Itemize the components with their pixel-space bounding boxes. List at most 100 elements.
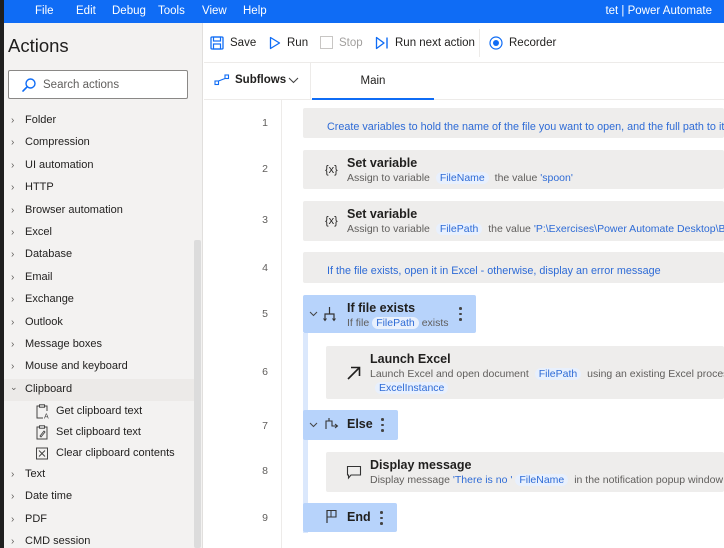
subflows-label: Subflows	[235, 74, 287, 86]
chevron-right-icon: ›	[11, 513, 15, 525]
menu-tools[interactable]: Tools	[158, 5, 185, 17]
action-set-clipboard-text[interactable]: Set clipboard text	[4, 422, 194, 443]
end-flag-icon	[326, 509, 337, 523]
action-get-clipboard-text[interactable]: A Get clipboard text	[4, 401, 194, 422]
tree-item-message-boxes[interactable]: › Message boxes	[4, 334, 194, 356]
menu-view[interactable]: View	[202, 5, 227, 17]
actions-pane: Actions › Folder › Compression › UI automat…	[4, 23, 203, 548]
chevron-right-icon: ›	[11, 338, 15, 350]
tree-item-cmd-session[interactable]: › CMD session	[4, 531, 194, 548]
tree-item-mouse-and-keyboard[interactable]: › Mouse and keyboard	[4, 356, 194, 378]
launch-arrow-icon	[347, 366, 361, 380]
desc-text: the value	[488, 223, 531, 235]
desc-text: using an existing Excel process	[587, 368, 724, 380]
chevron-right-icon: ›	[11, 249, 15, 261]
variable-token: ExcelInstance	[375, 382, 449, 394]
actions-tree: › Folder › Compression › UI automation › HTT…	[4, 110, 194, 548]
desc-text: Assign to variable	[347, 172, 430, 184]
save-button[interactable]: Save	[210, 36, 256, 50]
tree-item-excel[interactable]: › Excel	[4, 222, 194, 244]
collapse-chevron-icon[interactable]	[309, 310, 318, 318]
action-clear-clipboard-contents[interactable]: Clear clipboard contents	[4, 443, 194, 464]
run-button[interactable]: Run	[269, 36, 308, 50]
variable-token: FilePath	[534, 368, 582, 380]
flow-step-comment[interactable]: If the file exists, open it in Excel - o…	[303, 252, 724, 283]
variable-icon: {x}	[325, 164, 338, 176]
chevron-right-icon: ›	[11, 316, 15, 328]
run-next-action-button[interactable]: Run next action	[375, 36, 475, 50]
tree-item-ui-automation[interactable]: › UI automation	[4, 155, 194, 177]
flow-step-else[interactable]: Else	[303, 410, 398, 440]
step-description: If file FilePath exists	[347, 317, 449, 329]
search-actions-input[interactable]	[43, 76, 183, 94]
recorder-button[interactable]: Recorder	[489, 36, 556, 50]
flow-step-if-file-exists[interactable]: If file exists If file FilePath exists	[303, 295, 476, 333]
action-label: Set clipboard text	[56, 426, 141, 439]
tree-item-label: Database	[25, 248, 73, 261]
flow-step-end[interactable]: End	[303, 503, 397, 532]
menu-edit[interactable]: Edit	[76, 5, 96, 17]
tree-item-label: Excel	[25, 225, 52, 238]
more-options-icon[interactable]	[381, 418, 384, 435]
flow-step-launch-excel[interactable]: Launch Excel Launch Excel and open docum…	[326, 346, 724, 399]
save-icon	[210, 36, 224, 50]
menu-debug[interactable]: Debug	[112, 5, 146, 17]
tab-main[interactable]: Main	[312, 63, 434, 100]
tree-item-clipboard[interactable]: ⌄ Clipboard	[4, 378, 194, 402]
tree-item-email[interactable]: › Email	[4, 267, 194, 289]
tree-item-label: CMD session	[25, 535, 91, 548]
tree-item-label: Text	[25, 468, 46, 481]
flow-canvas: 1 2 3 4 5 6 7 8 9 Create variables to ho…	[204, 100, 724, 548]
action-label: Clear clipboard contents	[56, 447, 175, 460]
flow-step-display-message[interactable]: Display message Display message 'There i…	[326, 452, 724, 492]
record-icon	[489, 36, 503, 50]
more-options-icon[interactable]	[459, 307, 462, 324]
tree-item-label: Mouse and keyboard	[25, 360, 128, 373]
tree-item-database[interactable]: › Database	[4, 244, 194, 266]
recorder-label: Recorder	[509, 37, 557, 49]
tree-item-exchange[interactable]: › Exchange	[4, 289, 194, 311]
tab-main-label: Main	[360, 75, 386, 87]
step-title: Launch Excel	[370, 352, 451, 366]
menu-file[interactable]: File	[35, 5, 54, 17]
variable-token: FilePath	[435, 223, 483, 235]
tree-item-http[interactable]: › HTTP	[4, 177, 194, 199]
collapse-chevron-icon[interactable]	[309, 421, 318, 429]
stop-icon	[320, 36, 333, 49]
line-number: 9	[262, 512, 268, 524]
save-label: Save	[230, 37, 257, 49]
message-bubble-icon	[346, 465, 362, 480]
else-branch-icon	[325, 418, 339, 429]
line-number: 5	[262, 308, 268, 320]
flow-step-set-variable[interactable]: {x} Set variable Assign to variable File…	[303, 150, 724, 189]
value-literal: 'P:\Exercises\Power Automate Desktop\Bas	[533, 223, 724, 235]
tree-item-browser-automation[interactable]: › Browser automation	[4, 200, 194, 222]
line-number: 3	[262, 214, 268, 226]
tree-item-label: Browser automation	[25, 203, 123, 216]
value-literal: 'There is no '	[452, 474, 513, 486]
stop-label: Stop	[339, 36, 363, 49]
flow-step-comment[interactable]: Create variables to hold the name of the…	[303, 108, 724, 138]
desc-text: the value	[494, 172, 538, 184]
subflows-dropdown[interactable]: Subflows	[204, 63, 311, 99]
more-options-icon[interactable]	[380, 511, 383, 528]
tree-item-text[interactable]: › Text	[4, 464, 194, 486]
flow-step-set-variable[interactable]: {x} Set variable Assign to variable File…	[303, 201, 724, 241]
search-box[interactable]	[8, 70, 188, 99]
tree-item-folder[interactable]: › Folder	[4, 110, 194, 132]
variable-token: FilePath	[372, 317, 419, 329]
tree-item-date-time[interactable]: › Date time	[4, 486, 194, 508]
chevron-right-icon: ›	[11, 226, 15, 238]
variable-token: FileName	[435, 172, 489, 184]
menu-help[interactable]: Help	[243, 5, 267, 17]
play-icon	[269, 36, 281, 50]
power-automate-window: File Edit Debug Tools View Help tet | Po…	[0, 0, 724, 548]
condition-branch-icon	[323, 307, 336, 322]
tree-item-compression[interactable]: › Compression	[4, 132, 194, 154]
stop-button[interactable]: Stop	[320, 36, 363, 49]
tree-item-pdf[interactable]: › PDF	[4, 509, 194, 531]
actions-scrollbar[interactable]	[194, 240, 201, 548]
tree-item-outlook[interactable]: › Outlook	[4, 312, 194, 334]
designer-toolbar: Save Run Stop Run next action Recorder	[204, 23, 724, 63]
step-description: Assign to variable FileName the value 's…	[347, 172, 573, 184]
